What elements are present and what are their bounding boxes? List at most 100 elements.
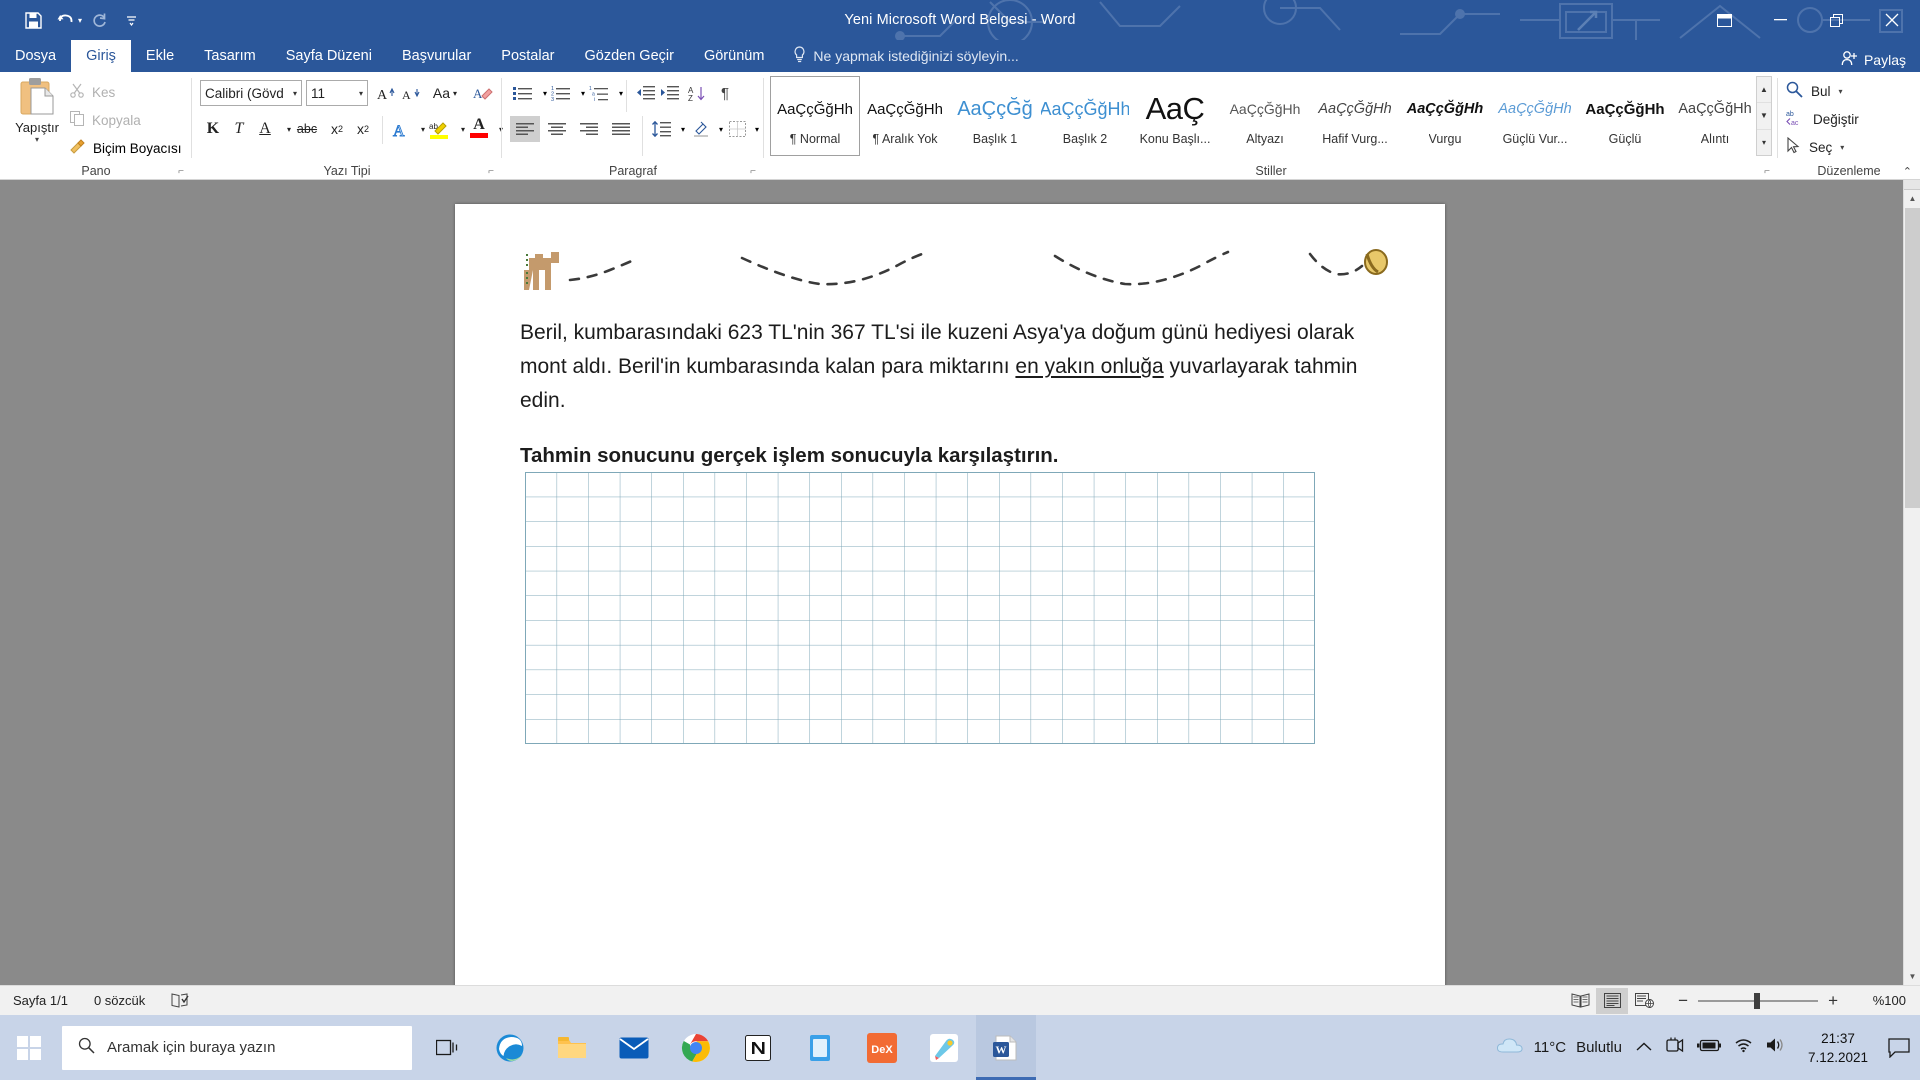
style-item-vurgu[interactable]: AaÇçĞğHh Vurgu [1400, 76, 1490, 156]
customize-qat-icon[interactable] [116, 6, 146, 34]
tab-postalar[interactable]: Postalar [486, 40, 569, 72]
redo-icon[interactable] [84, 6, 114, 34]
style-item-konu-başlı[interactable]: AaÇ Konu Başlı... [1130, 76, 1220, 156]
taskbar-apps[interactable]: DeX W [480, 1015, 1036, 1080]
font-dialog-launcher[interactable]: ⌐ [488, 166, 494, 177]
font-name-caret-icon[interactable]: ▾ [293, 89, 297, 98]
align-left-icon[interactable] [510, 116, 540, 142]
tab-sayfa-duzeni[interactable]: Sayfa Düzeni [271, 40, 387, 72]
store-icon[interactable] [790, 1015, 850, 1080]
strikethrough-icon[interactable]: abc [292, 116, 322, 142]
window-controls[interactable] [1696, 0, 1920, 40]
windows-start-icon[interactable] [0, 1015, 58, 1080]
ribbon-tab-strip[interactable]: Dosya Giriş Ekle Tasarım Sayfa Düzeni Ba… [0, 40, 1920, 72]
notion-icon[interactable] [728, 1015, 788, 1080]
style-item-hafif-vurg[interactable]: AaÇçĞğHh Hafif Vurg... [1310, 76, 1400, 156]
print-layout-icon[interactable] [1596, 987, 1629, 1014]
find-caret-icon[interactable]: ▾ [1839, 87, 1843, 96]
document-text-body[interactable]: Beril, kumbarasındaki 623 TL'nin 367 TL'… [520, 316, 1390, 468]
select-button[interactable]: Seç ▾ [1786, 134, 1844, 160]
tray-icons[interactable] [1636, 1037, 1798, 1059]
zoom-slider[interactable]: − + [1668, 991, 1848, 1011]
undo-caret-icon[interactable]: ▾ [78, 16, 82, 25]
word-icon[interactable]: W [976, 1015, 1036, 1080]
multilevel-caret-icon[interactable]: ▾ [608, 80, 634, 106]
font-name-combo[interactable]: Calibri (Gövd ▾ [200, 80, 302, 106]
styles-dialog-launcher[interactable]: ⌐ [1764, 166, 1770, 177]
tab-dosya[interactable]: Dosya [0, 40, 71, 72]
edge-icon[interactable] [480, 1015, 540, 1080]
document-page[interactable]: Beril, kumbarasındaki 623 TL'nin 367 TL'… [455, 204, 1445, 985]
tab-gozden-gecir[interactable]: Gözden Geçir [569, 40, 688, 72]
chrome-icon[interactable] [666, 1015, 726, 1080]
tab-ekle[interactable]: Ekle [131, 40, 189, 72]
tab-basvurular[interactable]: Başvurular [387, 40, 486, 72]
zoom-thumb[interactable] [1754, 992, 1761, 1009]
scroll-down-icon[interactable]: ▼ [1904, 968, 1920, 985]
paint3d-icon[interactable] [914, 1015, 974, 1080]
align-right-icon[interactable] [574, 116, 604, 142]
justify-icon[interactable] [606, 116, 636, 142]
font-size-combo[interactable]: 11 ▾ [306, 80, 368, 106]
collapse-ribbon-button[interactable]: ⌃ [1903, 165, 1912, 178]
dex-icon[interactable]: DeX [852, 1015, 912, 1080]
scroll-up-icon[interactable]: ▲ [1904, 190, 1920, 207]
select-caret-icon[interactable]: ▾ [1840, 143, 1844, 152]
grow-font-icon[interactable]: A [372, 80, 398, 106]
style-item-aralık-yok[interactable]: AaÇçĞğHh ¶ Aralık Yok [860, 76, 950, 156]
volume-icon[interactable] [1766, 1037, 1786, 1058]
clear-formatting-icon[interactable]: A [470, 80, 496, 106]
show-formatting-marks-icon[interactable]: ¶ [712, 80, 738, 106]
format-painter-button[interactable]: Biçim Boyacısı [70, 136, 182, 160]
scrollbar-thumb[interactable] [1905, 208, 1920, 508]
samsung-flow-icon[interactable] [1665, 1037, 1684, 1059]
style-item-güçlü[interactable]: AaÇçĞğHh Güçlü [1580, 76, 1670, 156]
task-view-icon[interactable] [424, 1015, 472, 1080]
undo-icon[interactable] [50, 6, 80, 34]
style-item-başlık-1[interactable]: AaÇçĞğ Başlık 1 [950, 76, 1040, 156]
styles-more-icon[interactable]: ▾ [1757, 130, 1771, 155]
styles-gallery[interactable]: AaÇçĞğHh ¶ Normal AaÇçĞğHh ¶ Aralık Yok AaÇç… [770, 76, 1760, 156]
save-icon[interactable] [18, 6, 48, 34]
subscript-icon[interactable]: x2 [324, 116, 350, 142]
vertical-scrollbar[interactable]: ▲ ▼ [1903, 180, 1920, 985]
copy-button[interactable]: Kopyala [70, 108, 141, 132]
file-explorer-icon[interactable] [542, 1015, 602, 1080]
paste-button[interactable]: Yapıştır ▾ [6, 76, 68, 158]
zoom-out-button[interactable]: − [1668, 991, 1698, 1011]
shrink-font-icon[interactable]: A [397, 80, 423, 106]
wifi-icon[interactable] [1734, 1038, 1753, 1058]
battery-icon[interactable] [1696, 1039, 1721, 1057]
paste-caret-icon[interactable]: ▾ [35, 136, 39, 144]
share-button[interactable]: Paylaş [1841, 50, 1906, 69]
weather-widget[interactable]: 11°C Bulutlu [1496, 1036, 1636, 1060]
word-count[interactable]: 0 sözcük [81, 986, 158, 1016]
style-item-alıntı[interactable]: AaÇçĞğHh Alıntı [1670, 76, 1760, 156]
find-button[interactable]: Bul ▾ [1786, 78, 1843, 104]
split-window-handle[interactable] [1904, 180, 1920, 190]
cut-button[interactable]: Kes [70, 80, 115, 104]
tell-me-search[interactable]: Ne yapmak istediğinizi söyleyin... [779, 40, 1019, 72]
superscript-icon[interactable]: x2 [350, 116, 376, 142]
tab-tasarim[interactable]: Tasarım [189, 40, 271, 72]
restore-icon[interactable] [1808, 0, 1864, 40]
tab-gorunum[interactable]: Görünüm [689, 40, 779, 72]
page-indicator[interactable]: Sayfa 1/1 [0, 986, 81, 1016]
paragraph-dialog-launcher[interactable]: ⌐ [750, 166, 756, 177]
sort-icon[interactable]: AZ [684, 80, 710, 106]
proofing-errors-icon[interactable] [158, 986, 202, 1016]
increase-indent-icon[interactable] [656, 80, 682, 106]
bold-icon[interactable]: K [200, 116, 226, 142]
style-item-normal[interactable]: AaÇçĞğHh ¶ Normal [770, 76, 860, 156]
text-highlight-color-icon[interactable]: ab [426, 116, 452, 142]
quick-access-toolbar[interactable]: ▾ [0, 6, 146, 34]
pano-dialog-launcher[interactable]: ⌐ [178, 166, 184, 177]
underline-icon[interactable]: A [252, 116, 278, 142]
mail-icon[interactable] [604, 1015, 664, 1080]
show-hidden-icons-icon[interactable] [1636, 1039, 1652, 1057]
styles-scrollbar[interactable]: ▲ ▼ ▾ [1756, 76, 1772, 156]
read-mode-icon[interactable] [1564, 988, 1596, 1014]
align-center-icon[interactable] [542, 116, 572, 142]
font-size-caret-icon[interactable]: ▾ [359, 89, 363, 98]
italic-icon[interactable]: T [226, 116, 252, 142]
